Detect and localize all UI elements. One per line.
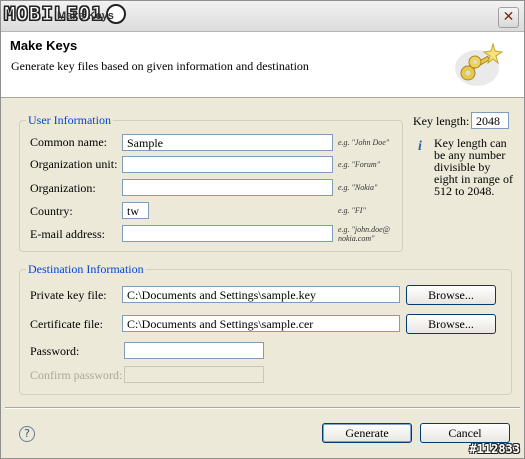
confirm-password-field — [124, 366, 264, 383]
organization-unit-field[interactable] — [122, 156, 333, 173]
key-length-field[interactable]: 2048 — [471, 112, 509, 129]
organization-unit-hint: e.g. "Forum" — [338, 160, 381, 169]
country-label: Country: — [30, 204, 73, 218]
keys-icon — [455, 42, 504, 86]
page-subtitle: Generate key files based on given inform… — [11, 59, 309, 73]
info-icon: i — [418, 139, 422, 154]
email-field[interactable] — [122, 225, 333, 242]
private-key-label: Private key file: — [30, 288, 107, 302]
password-field[interactable] — [124, 342, 264, 359]
key-length-label: Key length: — [413, 114, 470, 128]
email-hint: e.g. "john.doe@ nokia.com" — [338, 225, 391, 243]
help-icon[interactable]: ? — [19, 426, 35, 442]
organization-label: Organization: — [30, 181, 96, 195]
password-label: Password: — [30, 344, 80, 358]
dialog-header: Make Keys Generate key files based on gi… — [1, 32, 524, 98]
title-bar[interactable]: MOBILE01 Make Keys ✕ — [1, 1, 524, 32]
email-label: E-mail address: — [30, 227, 105, 241]
country-hint: e.g. "FI" — [338, 206, 366, 215]
common-name-hint: e.g. "John Doe" — [338, 138, 390, 147]
dialog-content: User Information Common name: Sample e.g… — [1, 98, 524, 408]
footer-divider — [5, 407, 520, 409]
watermark: #112833 — [469, 442, 520, 456]
close-button[interactable]: ✕ — [498, 7, 519, 28]
certificate-label: Certificate file: — [30, 317, 103, 331]
page-title: Make Keys — [10, 38, 78, 53]
cancel-button[interactable]: Cancel — [420, 423, 510, 443]
common-name-field[interactable]: Sample — [122, 134, 333, 151]
browse-private-key-button[interactable]: Browse... — [406, 285, 496, 305]
organization-field[interactable] — [122, 179, 333, 196]
generate-button[interactable]: Generate — [322, 423, 412, 443]
confirm-password-label: Confirm password: — [30, 368, 123, 382]
common-name-label: Common name: — [30, 135, 107, 149]
user-information-title: User Information — [26, 113, 113, 128]
private-key-field[interactable]: C:\Documents and Settings\sample.key — [122, 286, 400, 303]
organization-hint: e.g. "Nokia" — [338, 183, 378, 192]
country-field[interactable]: tw — [122, 202, 149, 219]
window-title: Make Keys — [57, 10, 114, 22]
organization-unit-label: Organization unit: — [30, 157, 118, 171]
key-length-info: Key length can be any number divisible b… — [434, 136, 513, 198]
destination-information-title: Destination Information — [26, 262, 146, 277]
certificate-field[interactable]: C:\Documents and Settings\sample.cer — [122, 315, 400, 332]
browse-certificate-button[interactable]: Browse... — [406, 314, 496, 334]
make-keys-dialog: MOBILE01 Make Keys ✕ Make Keys Generate … — [0, 0, 525, 459]
